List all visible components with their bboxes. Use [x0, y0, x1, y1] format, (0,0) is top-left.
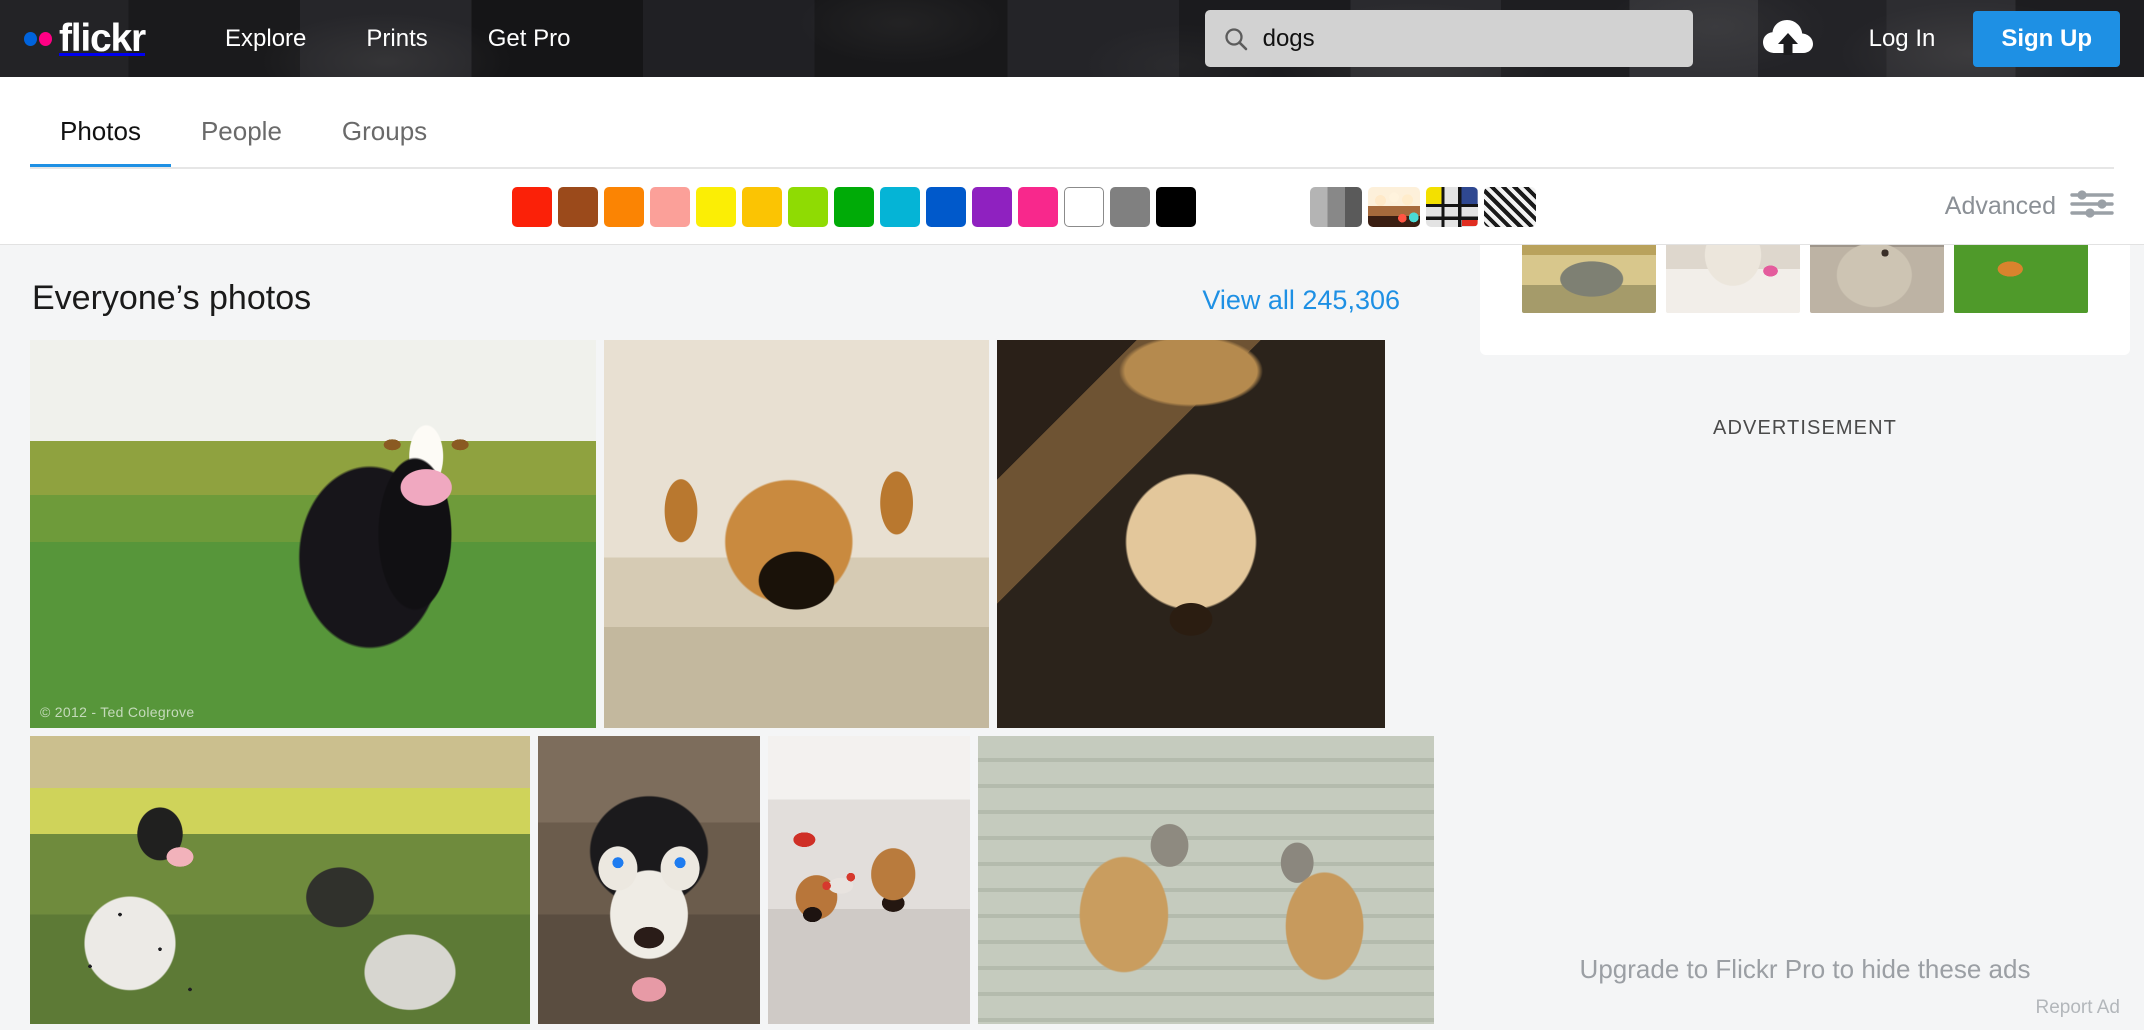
color-swatch-lime[interactable]: [788, 187, 828, 227]
photo-grid: © 2012 - Ted Colegrove: [30, 340, 1402, 1024]
signup-button[interactable]: Sign Up: [1973, 11, 2120, 67]
advertisement-slot: [1480, 440, 2130, 954]
color-swatch-white[interactable]: [1064, 187, 1104, 227]
logo-wordmark: flickr: [59, 19, 145, 58]
logo-dots: [24, 32, 52, 46]
header-actions: Log In Sign Up: [1733, 11, 2120, 67]
view-all-link[interactable]: View all 245,306: [1202, 285, 1400, 316]
photo-row: [30, 736, 1402, 1024]
color-swatch-group: [512, 187, 1196, 227]
upgrade-to-pro-link[interactable]: Upgrade to Flickr Pro to hide these ads: [1480, 954, 2130, 985]
photo-puppies-bow-ties[interactable]: [768, 736, 970, 1024]
tab-groups[interactable]: Groups: [312, 116, 457, 169]
flickr-logo[interactable]: flickr: [24, 19, 145, 58]
photo-bernese-mountain-dog[interactable]: © 2012 - Ted Colegrove: [30, 340, 596, 728]
sliders-icon: [2070, 189, 2114, 224]
search-input[interactable]: [1263, 25, 1675, 53]
color-swatch-green[interactable]: [834, 187, 874, 227]
view-all-prefix: View all: [1202, 285, 1302, 315]
color-swatch-pink[interactable]: [650, 187, 690, 227]
view-all-count: 245,306: [1302, 285, 1400, 315]
nav-explore[interactable]: Explore: [195, 25, 336, 53]
advanced-label: Advanced: [1945, 192, 2056, 221]
color-swatch-black[interactable]: [1156, 187, 1196, 227]
style-filter-pattern-hatch[interactable]: [1484, 187, 1536, 227]
photo-scruffy-terrier[interactable]: [997, 340, 1385, 728]
style-filter-group: [1310, 187, 1536, 227]
color-swatch-yellow[interactable]: [696, 187, 736, 227]
search-box[interactable]: [1205, 10, 1693, 67]
photo-tan-retriever-mix[interactable]: [604, 340, 989, 728]
photo-two-speckled-dogs[interactable]: [30, 736, 530, 1024]
style-filter-minimalist-grid[interactable]: [1426, 187, 1478, 227]
photo-two-large-dogs[interactable]: [978, 736, 1434, 1024]
style-filter-shallow-depth-gray[interactable]: [1310, 187, 1362, 227]
primary-nav: Explore Prints Get Pro: [195, 25, 600, 53]
logo-dot-pink-icon: [39, 32, 52, 46]
color-swatch-red[interactable]: [512, 187, 552, 227]
photo-watermark: © 2012 - Ted Colegrove: [40, 704, 194, 720]
results-column: Everyone’s photos View all 245,306 © 201…: [0, 245, 1432, 1029]
photo-row: © 2012 - Ted Colegrove: [30, 340, 1402, 728]
search-area: [1205, 10, 1693, 67]
color-filter-bar: Advanced: [0, 169, 2144, 245]
nav-get-pro[interactable]: Get Pro: [458, 25, 601, 53]
color-swatch-brown[interactable]: [558, 187, 598, 227]
login-link[interactable]: Log In: [1843, 25, 1962, 53]
color-swatch-purple[interactable]: [972, 187, 1012, 227]
results-header: Everyone’s photos View all 245,306: [30, 245, 1402, 340]
search-icon: [1223, 26, 1249, 52]
advanced-search-toggle[interactable]: Advanced: [1945, 189, 2114, 224]
sidebar: ADVERTISEMENT Upgrade to Flickr Pro to h…: [1432, 245, 2144, 1029]
report-ad-link[interactable]: Report Ad: [1480, 997, 2130, 1029]
nav-prints[interactable]: Prints: [336, 25, 457, 53]
style-filter-bokeh[interactable]: [1368, 187, 1420, 227]
color-swatch-gray[interactable]: [1110, 187, 1150, 227]
color-swatch-blue[interactable]: [926, 187, 966, 227]
page-title: Everyone’s photos: [32, 279, 311, 318]
color-swatch-orange[interactable]: [604, 187, 644, 227]
tab-people[interactable]: People: [171, 116, 312, 169]
advertisement-label: ADVERTISEMENT: [1480, 417, 2130, 440]
logo-dot-blue-icon: [24, 32, 37, 46]
main-area: Everyone’s photos View all 245,306 © 201…: [0, 245, 2144, 1029]
color-swatch-cyan[interactable]: [880, 187, 920, 227]
color-swatch-magenta[interactable]: [1018, 187, 1058, 227]
cloud-upload-icon[interactable]: [1733, 19, 1843, 59]
search-result-tabs: Photos People Groups: [0, 77, 2144, 169]
photo-husky-blue-eyes[interactable]: [538, 736, 760, 1024]
color-swatch-gold[interactable]: [742, 187, 782, 227]
site-header: flickr Explore Prints Get Pro: [0, 0, 2144, 77]
tab-photos[interactable]: Photos: [30, 116, 171, 169]
